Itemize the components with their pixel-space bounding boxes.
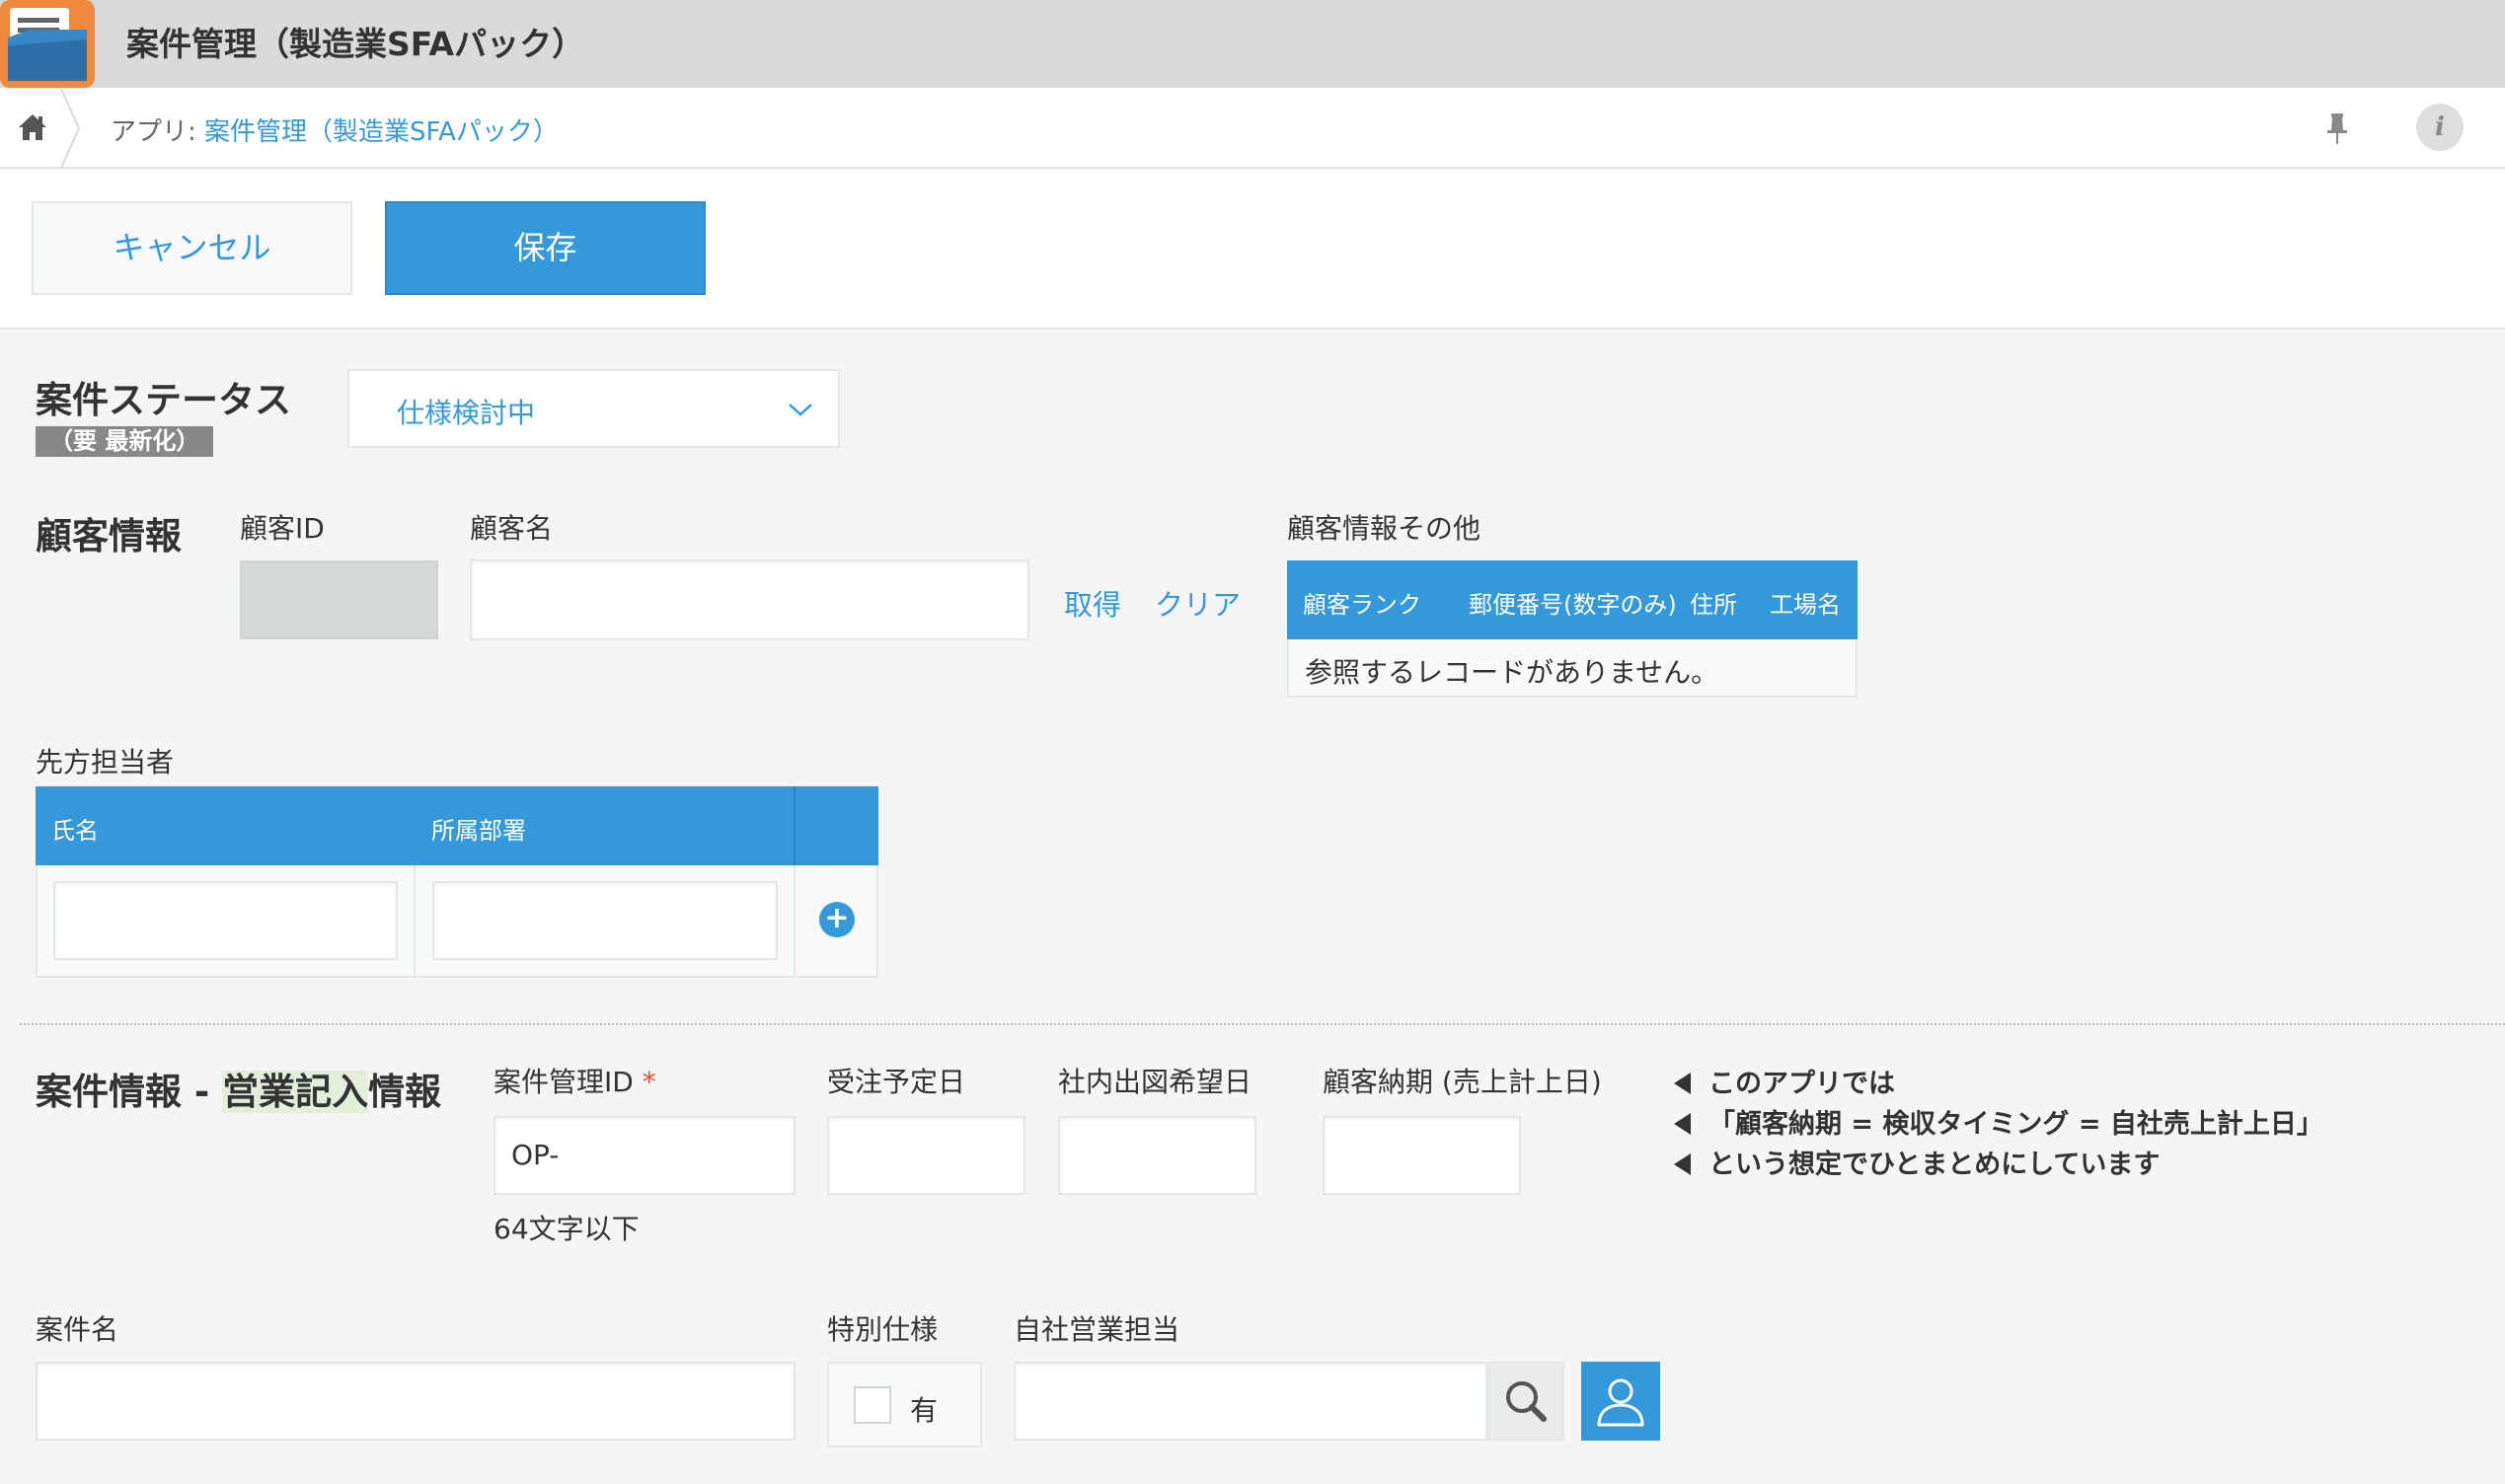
- ref-col-rank: 顧客ランク: [1303, 591, 1421, 619]
- special-spec-label: 特別仕様: [827, 1313, 939, 1346]
- contact-col-dept: 所属部署: [431, 817, 526, 845]
- contact-name-input[interactable]: [53, 881, 398, 960]
- order-date-input[interactable]: [827, 1116, 1025, 1195]
- breadcrumb-separator: [57, 88, 93, 169]
- triangle-left-icon: [1674, 1073, 1691, 1094]
- save-button[interactable]: 保存: [385, 201, 706, 295]
- contact-col-name: 氏名: [51, 817, 99, 845]
- customer-id-field: [240, 560, 438, 639]
- deal-id-label-text: 案件管理ID: [493, 1066, 634, 1098]
- customer-id-label: 顧客ID: [240, 512, 325, 545]
- ref-col-factory: 工場名: [1770, 591, 1841, 619]
- note-text: という想定でひとまとめにしています: [1708, 1150, 2161, 1180]
- app-title: 案件管理（製造業SFAパック）: [126, 25, 585, 63]
- fetch-link[interactable]: 取得: [1064, 582, 1121, 624]
- special-spec-option-label[interactable]: 有: [910, 1389, 938, 1429]
- note-line: という想定でひとまとめにしています: [1674, 1143, 2160, 1181]
- deal-label-part: 情報: [368, 1071, 442, 1113]
- deal-id-value[interactable]: OP-: [511, 1139, 559, 1171]
- delivery-date-label: 顧客納期 (売上計上日): [1323, 1066, 1602, 1098]
- contact-label: 先方担当者: [36, 746, 175, 779]
- deal-name-input[interactable]: [36, 1362, 796, 1441]
- special-spec-checkbox[interactable]: [854, 1386, 891, 1424]
- header-divider: [794, 786, 796, 865]
- action-toolbar: [0, 170, 2505, 330]
- order-date-label: 受注予定日: [827, 1066, 966, 1098]
- home-icon[interactable]: [16, 111, 49, 144]
- deal-label-part: 案件情報 -: [36, 1071, 223, 1113]
- triangle-left-icon: [1674, 1153, 1691, 1175]
- note-line: 「顧客納期 = 検収タイミング = 自社売上計上日」: [1674, 1102, 2323, 1141]
- required-mark: *: [642, 1066, 656, 1098]
- triangle-left-icon: [1674, 1113, 1691, 1135]
- section-divider: [20, 1023, 2505, 1025]
- ref-col-address: 住所: [1690, 591, 1737, 619]
- deal-label-highlight: 営業記入: [222, 1071, 369, 1113]
- app-folder-icon: [0, 0, 95, 88]
- user-select-button[interactable]: [1581, 1362, 1660, 1441]
- sales-rep-input[interactable]: [1014, 1362, 1487, 1441]
- special-spec-field: [827, 1362, 982, 1447]
- column-divider: [414, 865, 416, 978]
- breadcrumb: アプリ: 案件管理（製造業SFAパック）: [111, 111, 559, 148]
- chevron-down-icon[interactable]: [786, 395, 815, 424]
- breadcrumb-app-link[interactable]: 案件管理（製造業SFAパック）: [204, 117, 559, 147]
- sales-rep-label: 自社営業担当: [1014, 1313, 1180, 1346]
- pin-icon[interactable]: [2319, 111, 2355, 146]
- search-icon: [1506, 1381, 1547, 1422]
- clear-link[interactable]: クリア: [1155, 582, 1241, 624]
- column-divider: [794, 865, 796, 978]
- contact-dept-input[interactable]: [432, 881, 778, 960]
- delivery-date-input[interactable]: [1323, 1116, 1521, 1195]
- customer-section-label: 顧客情報: [36, 515, 182, 557]
- customer-other-label: 顧客情報その他: [1287, 512, 1481, 545]
- status-selected-value[interactable]: 仕様検討中: [397, 392, 535, 431]
- reference-empty-message: 参照するレコードがありません。: [1305, 656, 1719, 689]
- note-text: このアプリでは: [1708, 1069, 1895, 1099]
- drawing-date-label: 社内出図希望日: [1058, 1066, 1252, 1098]
- deal-section-label: 案件情報 - 営業記入情報: [36, 1062, 441, 1115]
- breadcrumb-prefix: アプリ:: [111, 117, 205, 147]
- drawing-date-input[interactable]: [1058, 1116, 1256, 1195]
- customer-name-label: 顧客名: [470, 512, 554, 545]
- cancel-button[interactable]: キャンセル: [32, 201, 352, 295]
- status-badge: （要 最新化）: [36, 426, 214, 457]
- deal-id-hint: 64文字以下: [493, 1213, 640, 1245]
- user-icon: [1597, 1378, 1644, 1427]
- note-line: このアプリでは: [1674, 1062, 1895, 1100]
- note-text: 「顧客納期 = 検収タイミング = 自社売上計上日」: [1708, 1109, 2323, 1140]
- status-section-label: 案件ステータス: [36, 379, 291, 421]
- search-button[interactable]: [1487, 1362, 1564, 1441]
- ref-col-zip: 郵便番号(数字のみ): [1469, 591, 1677, 619]
- deal-id-label: 案件管理ID *: [493, 1061, 656, 1100]
- info-icon[interactable]: i: [2416, 104, 2464, 151]
- customer-name-input[interactable]: [470, 559, 1029, 640]
- add-row-button[interactable]: +: [819, 902, 855, 937]
- deal-name-label: 案件名: [36, 1313, 119, 1346]
